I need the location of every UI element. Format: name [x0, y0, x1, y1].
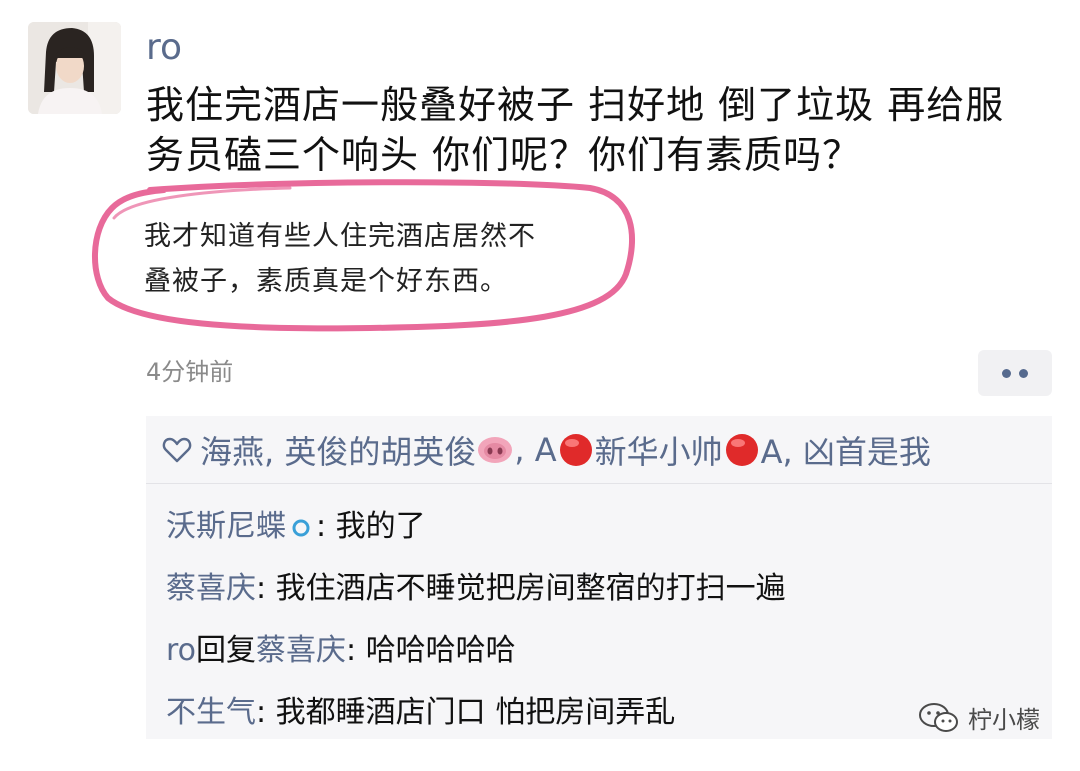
- liker-names[interactable]: 海燕, 英俊的胡英俊: [200, 427, 476, 473]
- likes-row: 海燕, 英俊的胡英俊 , A 新华小帅 A, 凶首是我: [146, 416, 1052, 484]
- red-circle-icon: [725, 433, 758, 466]
- quoted-text-line2: 叠被子，素质真是个好东西。: [144, 266, 508, 297]
- avatar[interactable]: [28, 22, 121, 114]
- liker-names[interactable]: , A: [514, 431, 556, 469]
- reply-target-name[interactable]: 蔡喜庆: [256, 633, 346, 668]
- comment-text: 我都睡酒店门口 怕把房间弄乱: [275, 695, 676, 730]
- more-dot-icon: [1002, 368, 1011, 378]
- quoted-text-line1: 我才知道有些人住完酒店居然不: [144, 221, 536, 252]
- commenter-name[interactable]: ro: [166, 633, 196, 668]
- commenter-name[interactable]: 蔡喜庆: [166, 571, 256, 606]
- more-options-button[interactable]: [978, 350, 1052, 396]
- liker-names[interactable]: 新华小帅: [595, 427, 723, 473]
- post-text-line1: 我住完酒店一般叠好被子 扫好地 倒了垃圾 再给服: [146, 83, 1005, 127]
- commenter-name[interactable]: 沃斯尼蝶: [166, 509, 286, 544]
- comment-item[interactable]: 不生气: 我都睡酒店门口 怕把房间弄乱: [166, 682, 786, 744]
- pig-nose-icon: [478, 436, 513, 463]
- comment-separator: :: [256, 695, 276, 730]
- comment-section: 海燕, 英俊的胡英俊 , A 新华小帅 A, 凶首是我 沃斯尼蝶: 我的了 蔡喜…: [146, 416, 1052, 739]
- comment-separator: :: [346, 633, 366, 668]
- comment-separator: :: [316, 509, 336, 544]
- heart-icon: [162, 437, 192, 462]
- commenter-name[interactable]: 不生气: [166, 695, 256, 730]
- watermark: 柠小檬: [918, 700, 1040, 735]
- comment-text: 哈哈哈哈哈: [365, 633, 516, 668]
- post-text-line2: 务员磕三个响头 你们呢？你们有素质吗？: [146, 133, 862, 177]
- comment-item[interactable]: ro回复蔡喜庆: 哈哈哈哈哈: [166, 620, 786, 682]
- watermark-text: 柠小檬: [968, 706, 1040, 734]
- post-text: 我住完酒店一般叠好被子 扫好地 倒了垃圾 再给服 务员磕三个响头 你们呢？你们有…: [146, 80, 1046, 180]
- post-timestamp: 4分钟前: [146, 358, 234, 386]
- comment-text: 我的了: [335, 509, 426, 544]
- comment-item[interactable]: 沃斯尼蝶: 我的了: [166, 496, 786, 558]
- liker-names[interactable]: A, 凶首是我: [761, 427, 931, 473]
- red-circle-icon: [559, 433, 592, 466]
- comment-item[interactable]: 蔡喜庆: 我住酒店不睡觉把房间整宿的打扫一遍: [166, 558, 786, 620]
- reply-label: 回复: [196, 633, 257, 668]
- comment-list: 沃斯尼蝶: 我的了 蔡喜庆: 我住酒店不睡觉把房间整宿的打扫一遍 ro回复蔡喜庆…: [166, 496, 786, 744]
- comment-text: 我住酒店不睡觉把房间整宿的打扫一遍: [275, 571, 786, 606]
- comment-separator: :: [256, 571, 276, 606]
- post-username[interactable]: ro: [146, 24, 182, 72]
- wechat-icon: [919, 702, 958, 732]
- quoted-text: 我才知道有些人住完酒店居然不 叠被子，素质真是个好东西。: [144, 214, 614, 304]
- ring-badge-icon: [292, 519, 310, 536]
- more-dot-icon: [1019, 368, 1028, 378]
